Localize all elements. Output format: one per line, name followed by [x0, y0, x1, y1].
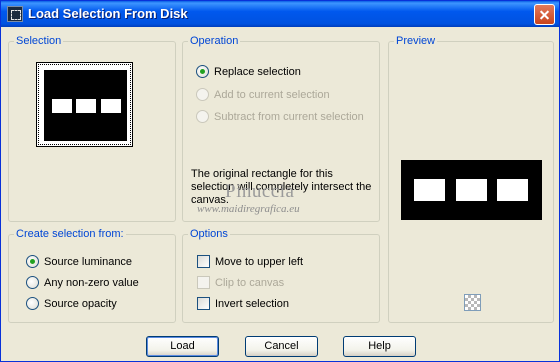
load-button[interactable]: Load: [146, 336, 219, 357]
selection-group-title: Selection: [14, 35, 64, 48]
invert-selection-label: Invert selection: [215, 298, 289, 310]
clip-to-canvas-label: Clip to canvas: [215, 277, 285, 289]
options-group-title: Options: [188, 228, 230, 241]
options-group: Options Move to upper left Clip to canva…: [182, 228, 380, 323]
selection-thumbnail-frame: [38, 64, 131, 145]
preview-square: [497, 179, 528, 201]
thumbnail-square: [76, 99, 96, 113]
help-button[interactable]: Help: [343, 336, 416, 357]
subtract-from-selection-label: Subtract from current selection: [214, 111, 364, 123]
preview-square: [456, 179, 487, 201]
checkerboard-icon[interactable]: [464, 294, 481, 311]
radio-button: [196, 110, 209, 123]
operation-group-title: Operation: [188, 35, 241, 48]
selection-thumbnail-image: [44, 70, 127, 141]
move-to-upper-left-label: Move to upper left: [215, 256, 304, 268]
radio-button[interactable]: [26, 297, 39, 310]
create-selection-from-group: Create selection from: Source luminance …: [8, 228, 176, 323]
radio-button[interactable]: [26, 255, 39, 268]
watermark-url: www.maidiregrafica.eu: [197, 203, 300, 215]
selection-dialog-icon: [7, 6, 23, 22]
add-to-selection-label: Add to current selection: [214, 89, 330, 101]
preview-square: [414, 179, 445, 201]
close-button[interactable]: [534, 4, 555, 25]
preview-image: [401, 160, 542, 220]
title-bar[interactable]: Load Selection From Disk: [1, 1, 559, 27]
replace-selection-label: Replace selection: [214, 66, 301, 78]
dialog-window: Load Selection From Disk Selection Opera…: [0, 0, 560, 362]
radio-button[interactable]: [26, 276, 39, 289]
any-non-zero-value-label: Any non-zero value: [44, 277, 139, 289]
source-opacity-label: Source opacity: [44, 298, 117, 310]
checkbox[interactable]: [197, 255, 210, 268]
radio-button[interactable]: [196, 65, 209, 78]
checkbox[interactable]: [197, 297, 210, 310]
thumbnail-square: [101, 99, 121, 113]
selection-thumbnail[interactable]: [36, 62, 133, 147]
source-luminance-label: Source luminance: [44, 256, 133, 268]
window-title: Load Selection From Disk: [28, 6, 188, 21]
checkbox: [197, 276, 210, 289]
preview-group-title: Preview: [394, 35, 438, 48]
thumbnail-square: [52, 99, 72, 113]
watermark-name: Pinuccia: [225, 181, 295, 202]
radio-button: [196, 88, 209, 101]
preview-group: Preview: [388, 35, 554, 323]
cancel-button[interactable]: Cancel: [245, 336, 318, 357]
selection-group: Selection: [8, 35, 176, 222]
create-selection-from-title: Create selection from:: [14, 228, 126, 241]
